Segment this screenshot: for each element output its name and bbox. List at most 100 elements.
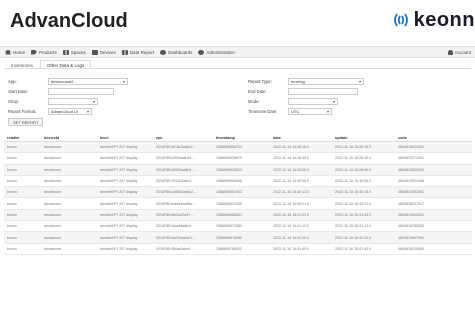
report-table: retailer deviceId level epc timestamp da… <box>4 134 472 255</box>
chevron-down-icon: ▾ <box>122 78 125 84</box>
report-type-select[interactable]: errorlog ▾ <box>288 77 364 85</box>
table-cell: 2022-11-16 15:41:12.0 <box>335 224 372 229</box>
app-select[interactable]: devicecond2 ▾ <box>48 77 128 85</box>
table-cell: keonn <box>7 224 17 229</box>
nav-user-label: Account <box>454 49 471 55</box>
table-cell: 4654819830593 <box>398 167 424 172</box>
nav-item-home[interactable]: Home <box>5 49 26 55</box>
table-row[interactable]: keonn devicecom deviceWFY 207 display 3034F… <box>4 244 472 255</box>
mode-select[interactable]: ▾ <box>288 97 338 105</box>
filter-report-format-row: Report Format: AdvanCloud UI ▾ <box>8 107 92 115</box>
table-row[interactable]: keonn devicecom deviceWFY 207 display 3034F… <box>4 142 472 154</box>
table-cell: keonn <box>7 167 17 172</box>
table-cell: 1568659550046 <box>216 179 242 184</box>
table-cell: 2022-11-16 15:41:40.0 <box>335 246 372 251</box>
nav-item-devices[interactable]: Devices <box>91 49 116 55</box>
table-cell: devicecom <box>44 190 62 195</box>
end-date-label: End Date: <box>248 88 267 94</box>
table-cell: devicecom <box>44 235 62 240</box>
nav-item-dashboards[interactable]: Dashboards <box>160 49 192 55</box>
table-cell: 2022-11-16 14:28:16.0 <box>273 145 310 150</box>
column-header[interactable]: retailer <box>4 136 44 140</box>
user-icon <box>447 49 453 55</box>
app-label: App: <box>8 78 17 84</box>
chevron-down-icon: ▾ <box>86 108 89 114</box>
table-cell: 4654819667994 <box>398 235 424 240</box>
start-date-input[interactable] <box>48 87 114 95</box>
timezone-select[interactable]: UTC ▾ <box>288 107 332 115</box>
table-cell: 2022-11-16 15:40:13.0 <box>335 190 372 195</box>
set-report-button[interactable]: SET REPORT <box>8 118 44 126</box>
table-row[interactable]: keonn devicecom deviceWFY 207 display 3034F… <box>4 232 472 244</box>
table-cell: 4654818314565 <box>398 246 424 251</box>
tab-inventories[interactable]: Inventories <box>4 60 40 68</box>
table-cell: devicecom <box>44 246 62 251</box>
shop-select[interactable]: ▾ <box>48 97 98 105</box>
table-cell: 3034F8Ec4C8c2aa6c2… <box>156 145 197 150</box>
column-header[interactable]: timestamp <box>216 136 273 140</box>
table-cell: deviceWFY 207 display <box>100 179 138 184</box>
table-cell: deviceWFY 207 display <box>100 145 138 150</box>
table-cell: deviceWFY 207 display <box>100 246 138 251</box>
column-header[interactable]: update <box>335 136 398 140</box>
table-cell: 4654818760533 <box>398 224 424 229</box>
filter-end-date-row: End Date: <box>248 87 358 95</box>
column-header[interactable]: date <box>273 136 335 140</box>
report-type-value: errorlog <box>291 78 305 84</box>
report-format-select[interactable]: AdvanCloud UI ▾ <box>48 107 92 115</box>
table-cell: 1568659678980 <box>216 235 242 240</box>
table-cell: keonn <box>7 190 17 195</box>
main-navbar: Home Products Spaces Devices Data Report… <box>0 46 475 58</box>
dashboard-icon <box>160 49 167 55</box>
gear-icon <box>198 49 205 55</box>
table-cell: 3034F8Ec6b2a23e87… <box>156 212 194 217</box>
table-row[interactable]: keonn devicecom deviceWFY 207 display 3034F… <box>4 164 472 176</box>
table-row[interactable]: keonn devicecom deviceWFY 207 display 3034F… <box>4 198 472 210</box>
table-header: retailer deviceId level epc timestamp da… <box>4 134 472 142</box>
table-cell: 3034F8Ec4aa48a6fc9… <box>156 224 195 229</box>
start-date-label: Start Date: <box>8 88 29 94</box>
shop-label: Shop: <box>8 98 19 104</box>
nav-item-data-report[interactable]: Data Report <box>121 49 154 55</box>
table-row[interactable]: keonn devicecom deviceWFY 207 display 3034F… <box>4 187 472 199</box>
nav-label: Spaces <box>70 49 86 55</box>
table-cell: 1568659561933 <box>216 190 242 195</box>
column-header[interactable]: level <box>100 136 156 140</box>
nav-user-account[interactable]: Account <box>447 49 471 55</box>
app-select-value: devicecond2 <box>51 78 74 84</box>
table-cell: 2022-11-16 15:41:20.0 <box>335 235 372 240</box>
logo-text: keonn <box>413 8 475 31</box>
column-header[interactable]: code <box>398 136 470 140</box>
table-row[interactable]: keonn devicecom deviceWFY 207 display 3034F… <box>4 209 472 222</box>
table-cell: 2022-11-16 15:41:03.0 <box>335 212 372 217</box>
table-cell: 3034F8Ec3b4a2abe4… <box>156 246 194 251</box>
table-cell: 3034F8Ec4a29ea6a01… <box>156 235 196 240</box>
column-header[interactable]: epc <box>156 136 216 140</box>
table-cell: keonn <box>7 156 17 161</box>
table-cell: 1568659768032 <box>216 246 242 251</box>
table-cell: 2022-11-16 15:45:21.0 <box>335 201 372 206</box>
table-cell: 1568659672480 <box>216 224 242 229</box>
column-header[interactable]: deviceId <box>44 136 100 140</box>
nav-label: Home <box>13 49 26 55</box>
table-row[interactable]: keonn devicecom deviceWFY 207 display 3034F… <box>4 221 472 233</box>
nav-item-administration[interactable]: Administration <box>198 49 235 55</box>
tab-other-data-logs[interactable]: Other Data & Logs <box>40 60 92 68</box>
table-cell: 4654819272001 <box>398 156 424 161</box>
tag-icon <box>31 49 38 55</box>
nav-item-spaces[interactable]: Spaces <box>62 49 86 55</box>
table-cell: 1568659545923 <box>216 167 242 172</box>
table-body: keonn devicecom deviceWFY 207 display 3034F… <box>4 142 472 255</box>
end-date-input[interactable] <box>288 87 358 95</box>
nav-item-products[interactable]: Products <box>31 49 57 55</box>
table-row[interactable]: keonn devicecom deviceWFY 207 display 3034F… <box>4 153 472 165</box>
filter-timezone-row: Timezone Date: UTC ▾ <box>248 107 332 115</box>
table-cell: 3034F8Ec7f21b2a6c4… <box>156 179 195 184</box>
home-icon <box>5 49 11 55</box>
filter-app-row: App: devicecond2 ▾ <box>8 77 128 85</box>
chevron-down-icon: ▾ <box>332 98 335 104</box>
table-row[interactable]: keonn devicecom deviceWFY 207 display 3034F… <box>4 176 472 188</box>
device-icon <box>91 49 98 55</box>
table-cell: 2022-11-16 15:28:18.0 <box>335 145 372 150</box>
table-cell: 4654818247017 <box>398 201 424 206</box>
